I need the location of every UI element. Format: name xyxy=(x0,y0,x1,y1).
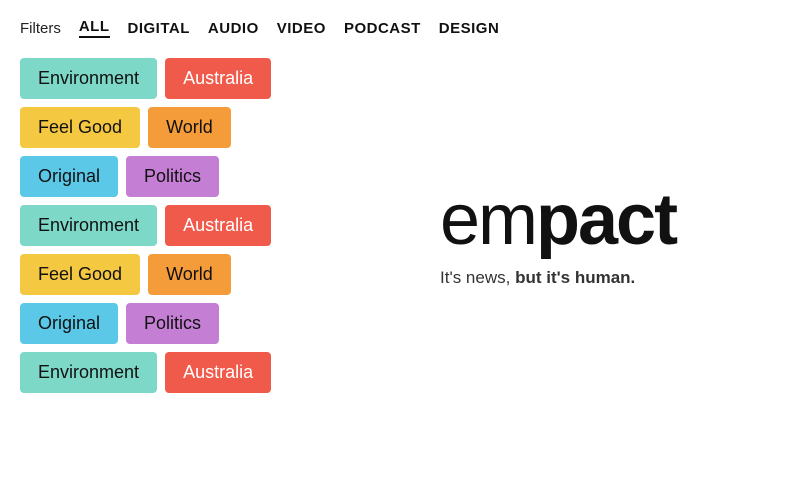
filters-label: Filters xyxy=(20,20,61,37)
tag-feelgood[interactable]: Feel Good xyxy=(20,107,140,148)
tag-original[interactable]: Original xyxy=(20,156,118,197)
tag-australia[interactable]: Australia xyxy=(165,352,271,393)
tag-australia[interactable]: Australia xyxy=(165,58,271,99)
tag-politics[interactable]: Politics xyxy=(126,156,219,197)
main-content: Environment Australia Feel Good World Or… xyxy=(0,48,800,393)
brand-logo-em: em xyxy=(440,180,536,260)
brand-logo-pact: pact xyxy=(536,180,676,260)
tag-original[interactable]: Original xyxy=(20,303,118,344)
tagline-bold: but it's human. xyxy=(515,268,635,287)
tag-world[interactable]: World xyxy=(148,254,231,295)
filter-digital[interactable]: DIGITAL xyxy=(128,20,190,37)
tag-row: Environment Australia xyxy=(20,352,380,393)
tags-column: Environment Australia Feel Good World Or… xyxy=(20,58,380,393)
tag-row: Original Politics xyxy=(20,303,380,344)
tagline-plain: It's news, xyxy=(440,268,515,287)
tag-environment[interactable]: Environment xyxy=(20,205,157,246)
filter-all[interactable]: ALL xyxy=(79,18,110,38)
brand-tagline: It's news, but it's human. xyxy=(440,268,635,288)
filter-podcast[interactable]: PODCAST xyxy=(344,20,421,37)
tag-row: Feel Good World xyxy=(20,107,380,148)
tag-row: Environment Australia xyxy=(20,58,380,99)
tag-row: Original Politics xyxy=(20,156,380,197)
filter-design[interactable]: DESIGN xyxy=(439,20,500,37)
filter-audio[interactable]: AUDIO xyxy=(208,20,259,37)
filter-video[interactable]: VIDEO xyxy=(277,20,326,37)
tag-row: Feel Good World xyxy=(20,254,380,295)
tag-world[interactable]: World xyxy=(148,107,231,148)
tag-environment[interactable]: Environment xyxy=(20,58,157,99)
brand-section: empact It's news, but it's human. xyxy=(380,58,780,393)
brand-logo: empact xyxy=(440,184,676,256)
header: Filters ALL DIGITAL AUDIO VIDEO PODCAST … xyxy=(0,0,800,48)
tag-australia[interactable]: Australia xyxy=(165,205,271,246)
tag-environment[interactable]: Environment xyxy=(20,352,157,393)
tag-politics[interactable]: Politics xyxy=(126,303,219,344)
tag-row: Environment Australia xyxy=(20,205,380,246)
tag-feelgood[interactable]: Feel Good xyxy=(20,254,140,295)
